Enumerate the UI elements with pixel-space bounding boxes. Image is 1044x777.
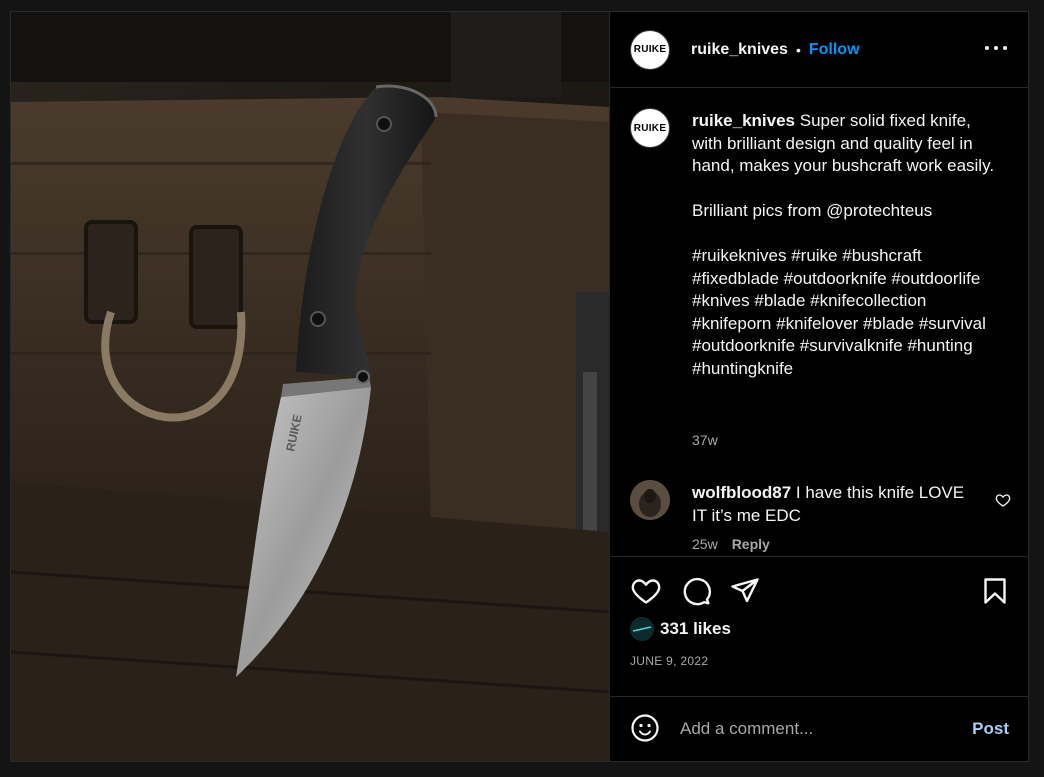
caption-avatar[interactable]: RUIKE (630, 108, 670, 148)
more-options-icon[interactable] (985, 38, 1007, 58)
caption-hashtags[interactable]: #ruikeknives #ruike #bushcraft #fixedbla… (692, 245, 1004, 380)
post-sidebar: RUIKE ruike_knives • Follow RUIKE ruike_… (609, 12, 1029, 761)
emoji-icon[interactable] (630, 713, 660, 743)
post-modal: RUIKE RUIKE ruike_knives • Follow RUIKE … (10, 11, 1029, 762)
share-icon[interactable] (729, 575, 761, 607)
comment-timestamp[interactable]: 25w (692, 536, 718, 552)
likes-row[interactable]: 331 likes (630, 617, 731, 641)
post-actions: 331 likes JUNE 9, 2022 (610, 556, 1029, 697)
caption-text: ruike_knives Super solid fixed knife, wi… (692, 110, 1004, 380)
comment-input[interactable] (680, 717, 960, 741)
avatar-logo-text: RUIKE (633, 44, 667, 55)
liker-avatar (630, 617, 654, 641)
post-comment-button[interactable]: Post (972, 719, 1009, 739)
bookmark-icon[interactable] (979, 575, 1011, 607)
caption-username[interactable]: ruike_knives (692, 111, 795, 130)
reply-button[interactable]: Reply (732, 536, 770, 552)
comment-like-icon[interactable] (995, 492, 1011, 508)
likes-count[interactable]: 331 likes (660, 619, 731, 639)
separator-dot: • (795, 41, 801, 58)
post-photo[interactable]: RUIKE (11, 12, 609, 761)
commenter-avatar[interactable] (630, 480, 670, 520)
commenter-username[interactable]: wolfblood87 (692, 483, 791, 502)
follow-button[interactable]: Follow (809, 41, 860, 59)
knife-photo-image: RUIKE (11, 12, 609, 761)
heart-icon[interactable] (630, 575, 662, 607)
comment-text: wolfblood87 I have this knife LOVE IT it… (692, 482, 974, 527)
post-header: RUIKE ruike_knives • Follow (610, 12, 1029, 88)
comment-meta: 25w Reply (692, 536, 770, 552)
caption-credit: Brilliant pics from @protechteus (692, 201, 933, 220)
post-date[interactable]: JUNE 9, 2022 (630, 654, 708, 668)
comments-list[interactable]: RUIKE ruike_knives Super solid fixed kni… (610, 89, 1029, 556)
avatar-logo-text: RUIKE (633, 122, 667, 134)
comment-composer: Post (610, 698, 1029, 761)
header-username[interactable]: ruike_knives (691, 41, 788, 59)
caption-timestamp[interactable]: 37w (692, 432, 718, 448)
account-avatar[interactable]: RUIKE (630, 29, 670, 70)
comment-icon[interactable] (680, 575, 712, 607)
